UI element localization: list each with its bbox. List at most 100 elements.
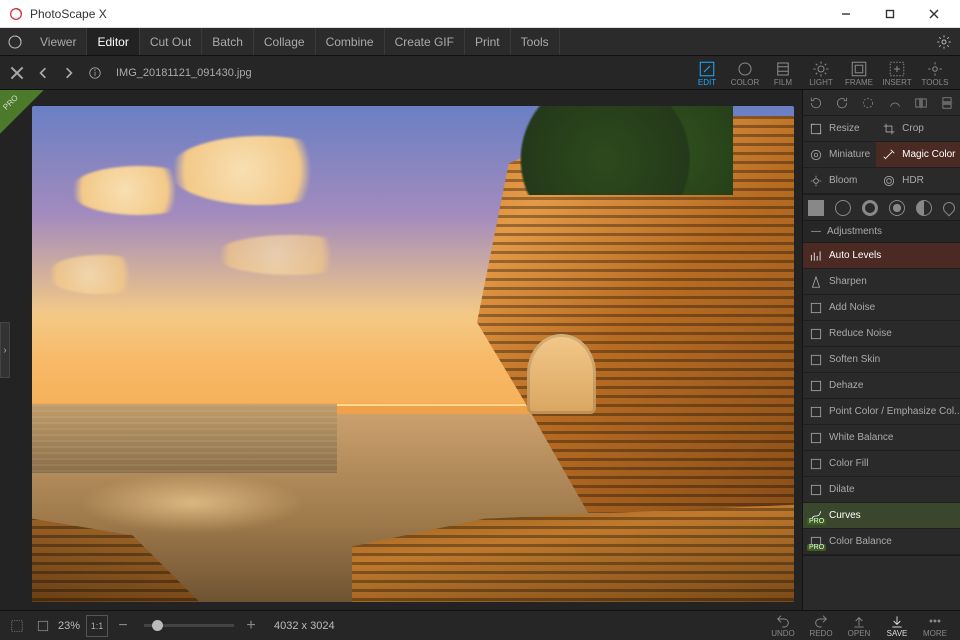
expand-sidebar-handle[interactable]: › bbox=[0, 322, 10, 378]
zoom-slider[interactable] bbox=[144, 624, 234, 627]
menu-tab-print[interactable]: Print bbox=[465, 28, 511, 55]
option-hdr[interactable]: HDR bbox=[876, 168, 960, 194]
option-dehaze[interactable]: Dehaze bbox=[803, 373, 960, 399]
actual-size-button[interactable]: 1:1 bbox=[86, 615, 108, 637]
rotate-right-icon[interactable] bbox=[833, 94, 851, 112]
image-dimensions: 4032 x 3024 bbox=[274, 620, 335, 632]
flip-horizontal-icon[interactable] bbox=[912, 94, 930, 112]
film-icon bbox=[774, 60, 792, 78]
main-area: PRO › bbox=[0, 90, 960, 610]
option-white-balance[interactable]: White Balance bbox=[803, 425, 960, 451]
adjustments-header[interactable]: — Adjustments bbox=[803, 221, 960, 243]
option-resize[interactable]: Resize bbox=[803, 116, 876, 142]
dehaze-icon bbox=[809, 379, 823, 393]
shape-drop-icon[interactable] bbox=[940, 199, 957, 216]
info-button[interactable] bbox=[84, 62, 106, 84]
action-more[interactable]: MORE bbox=[916, 611, 954, 640]
frame-icon bbox=[850, 60, 868, 78]
edit-icon bbox=[698, 60, 716, 78]
option-dilate[interactable]: Dilate bbox=[803, 477, 960, 503]
shape-dot-icon[interactable] bbox=[889, 200, 905, 216]
shape-square-fill-icon[interactable] bbox=[808, 200, 824, 216]
whitebalance-icon bbox=[809, 431, 823, 445]
rotate-left-icon[interactable] bbox=[807, 94, 825, 112]
miniature-icon bbox=[809, 148, 823, 162]
fit-view-icon[interactable] bbox=[32, 615, 54, 637]
menu-tab-cut-out[interactable]: Cut Out bbox=[140, 28, 202, 55]
action-redo[interactable]: REDO bbox=[802, 611, 840, 640]
option-curves[interactable]: PROCurves bbox=[803, 503, 960, 529]
action-open[interactable]: OPEN bbox=[840, 611, 878, 640]
app-icon bbox=[8, 6, 24, 22]
zoom-out-button[interactable]: − bbox=[112, 615, 134, 637]
menu-tab-create-gif[interactable]: Create GIF bbox=[385, 28, 465, 55]
wand-icon bbox=[882, 148, 896, 162]
tool-tools[interactable]: TOOLS bbox=[916, 56, 954, 90]
minimize-button[interactable] bbox=[824, 0, 868, 28]
option-point-color-emphasize-col-[interactable]: Point Color / Emphasize Col.. bbox=[803, 399, 960, 425]
flip-vertical-icon[interactable] bbox=[938, 94, 956, 112]
tool-light[interactable]: LIGHT bbox=[802, 56, 840, 90]
close-file-button[interactable] bbox=[6, 62, 28, 84]
insert-icon bbox=[888, 60, 906, 78]
app-logo-icon[interactable] bbox=[0, 33, 30, 51]
bloom-icon bbox=[809, 174, 823, 188]
zoom-in-button[interactable]: + bbox=[240, 615, 262, 637]
image-preview[interactable] bbox=[32, 106, 794, 602]
adjustments-label: Adjustments bbox=[827, 226, 882, 237]
crop-icon bbox=[882, 122, 896, 136]
menu-tab-tools[interactable]: Tools bbox=[511, 28, 560, 55]
option-auto-levels[interactable]: Auto Levels bbox=[803, 243, 960, 269]
menu-tab-collage[interactable]: Collage bbox=[254, 28, 316, 55]
action-save[interactable]: SAVE bbox=[878, 611, 916, 640]
pro-badge-icon: PRO bbox=[807, 544, 826, 551]
tool-insert[interactable]: INSERT bbox=[878, 56, 916, 90]
option-crop[interactable]: Crop bbox=[876, 116, 960, 142]
tool-film[interactable]: FILM bbox=[764, 56, 802, 90]
tool-frame[interactable]: FRAME bbox=[840, 56, 878, 90]
option-magic-color[interactable]: Magic Color bbox=[876, 142, 960, 168]
action-undo[interactable]: UNDO bbox=[764, 611, 802, 640]
menubar: ViewerEditorCut OutBatchCollageCombineCr… bbox=[0, 28, 960, 56]
straighten-icon[interactable] bbox=[886, 94, 904, 112]
option-bloom[interactable]: Bloom bbox=[803, 168, 876, 194]
collapse-icon: — bbox=[811, 226, 821, 237]
close-button[interactable] bbox=[912, 0, 956, 28]
autolevels-icon bbox=[809, 249, 823, 263]
colorfill-icon bbox=[809, 457, 823, 471]
tools-icon bbox=[926, 60, 944, 78]
option-sharpen[interactable]: Sharpen bbox=[803, 269, 960, 295]
resize-icon bbox=[809, 122, 823, 136]
grid-view-icon[interactable] bbox=[6, 615, 28, 637]
next-image-button[interactable] bbox=[58, 62, 80, 84]
option-reduce-noise[interactable]: Reduce Noise bbox=[803, 321, 960, 347]
maximize-button[interactable] bbox=[868, 0, 912, 28]
menu-tab-editor[interactable]: Editor bbox=[87, 28, 139, 55]
dilate-icon bbox=[809, 483, 823, 497]
file-toolbar: IMG_20181121_091430.jpg EDITCOLORFILMLIG… bbox=[0, 56, 960, 90]
shape-circle-icon[interactable] bbox=[835, 200, 851, 216]
option-color-balance[interactable]: PROColor Balance bbox=[803, 529, 960, 555]
canvas-area[interactable]: PRO › bbox=[0, 90, 802, 610]
option-color-fill[interactable]: Color Fill bbox=[803, 451, 960, 477]
menu-tab-batch[interactable]: Batch bbox=[202, 28, 254, 55]
option-add-noise[interactable]: Add Noise bbox=[803, 295, 960, 321]
quick-transform-row bbox=[803, 90, 960, 116]
reducenoise-icon bbox=[809, 327, 823, 341]
curves-icon: PRO bbox=[809, 509, 823, 523]
prev-image-button[interactable] bbox=[32, 62, 54, 84]
menu-tab-viewer[interactable]: Viewer bbox=[30, 28, 87, 55]
shape-halfcircle-icon[interactable] bbox=[916, 200, 932, 216]
colorbalance-icon: PRO bbox=[809, 535, 823, 549]
rotate-arbitrary-icon[interactable] bbox=[859, 94, 877, 112]
settings-gear-icon[interactable] bbox=[928, 34, 960, 50]
menu-tab-combine[interactable]: Combine bbox=[316, 28, 385, 55]
tool-color[interactable]: COLOR bbox=[726, 56, 764, 90]
light-icon bbox=[812, 60, 830, 78]
window-title: PhotoScape X bbox=[30, 7, 824, 21]
option-miniature[interactable]: Miniature bbox=[803, 142, 876, 168]
color-icon bbox=[736, 60, 754, 78]
tool-edit[interactable]: EDIT bbox=[688, 56, 726, 90]
shape-ring-icon[interactable] bbox=[862, 200, 878, 216]
option-soften-skin[interactable]: Soften Skin bbox=[803, 347, 960, 373]
